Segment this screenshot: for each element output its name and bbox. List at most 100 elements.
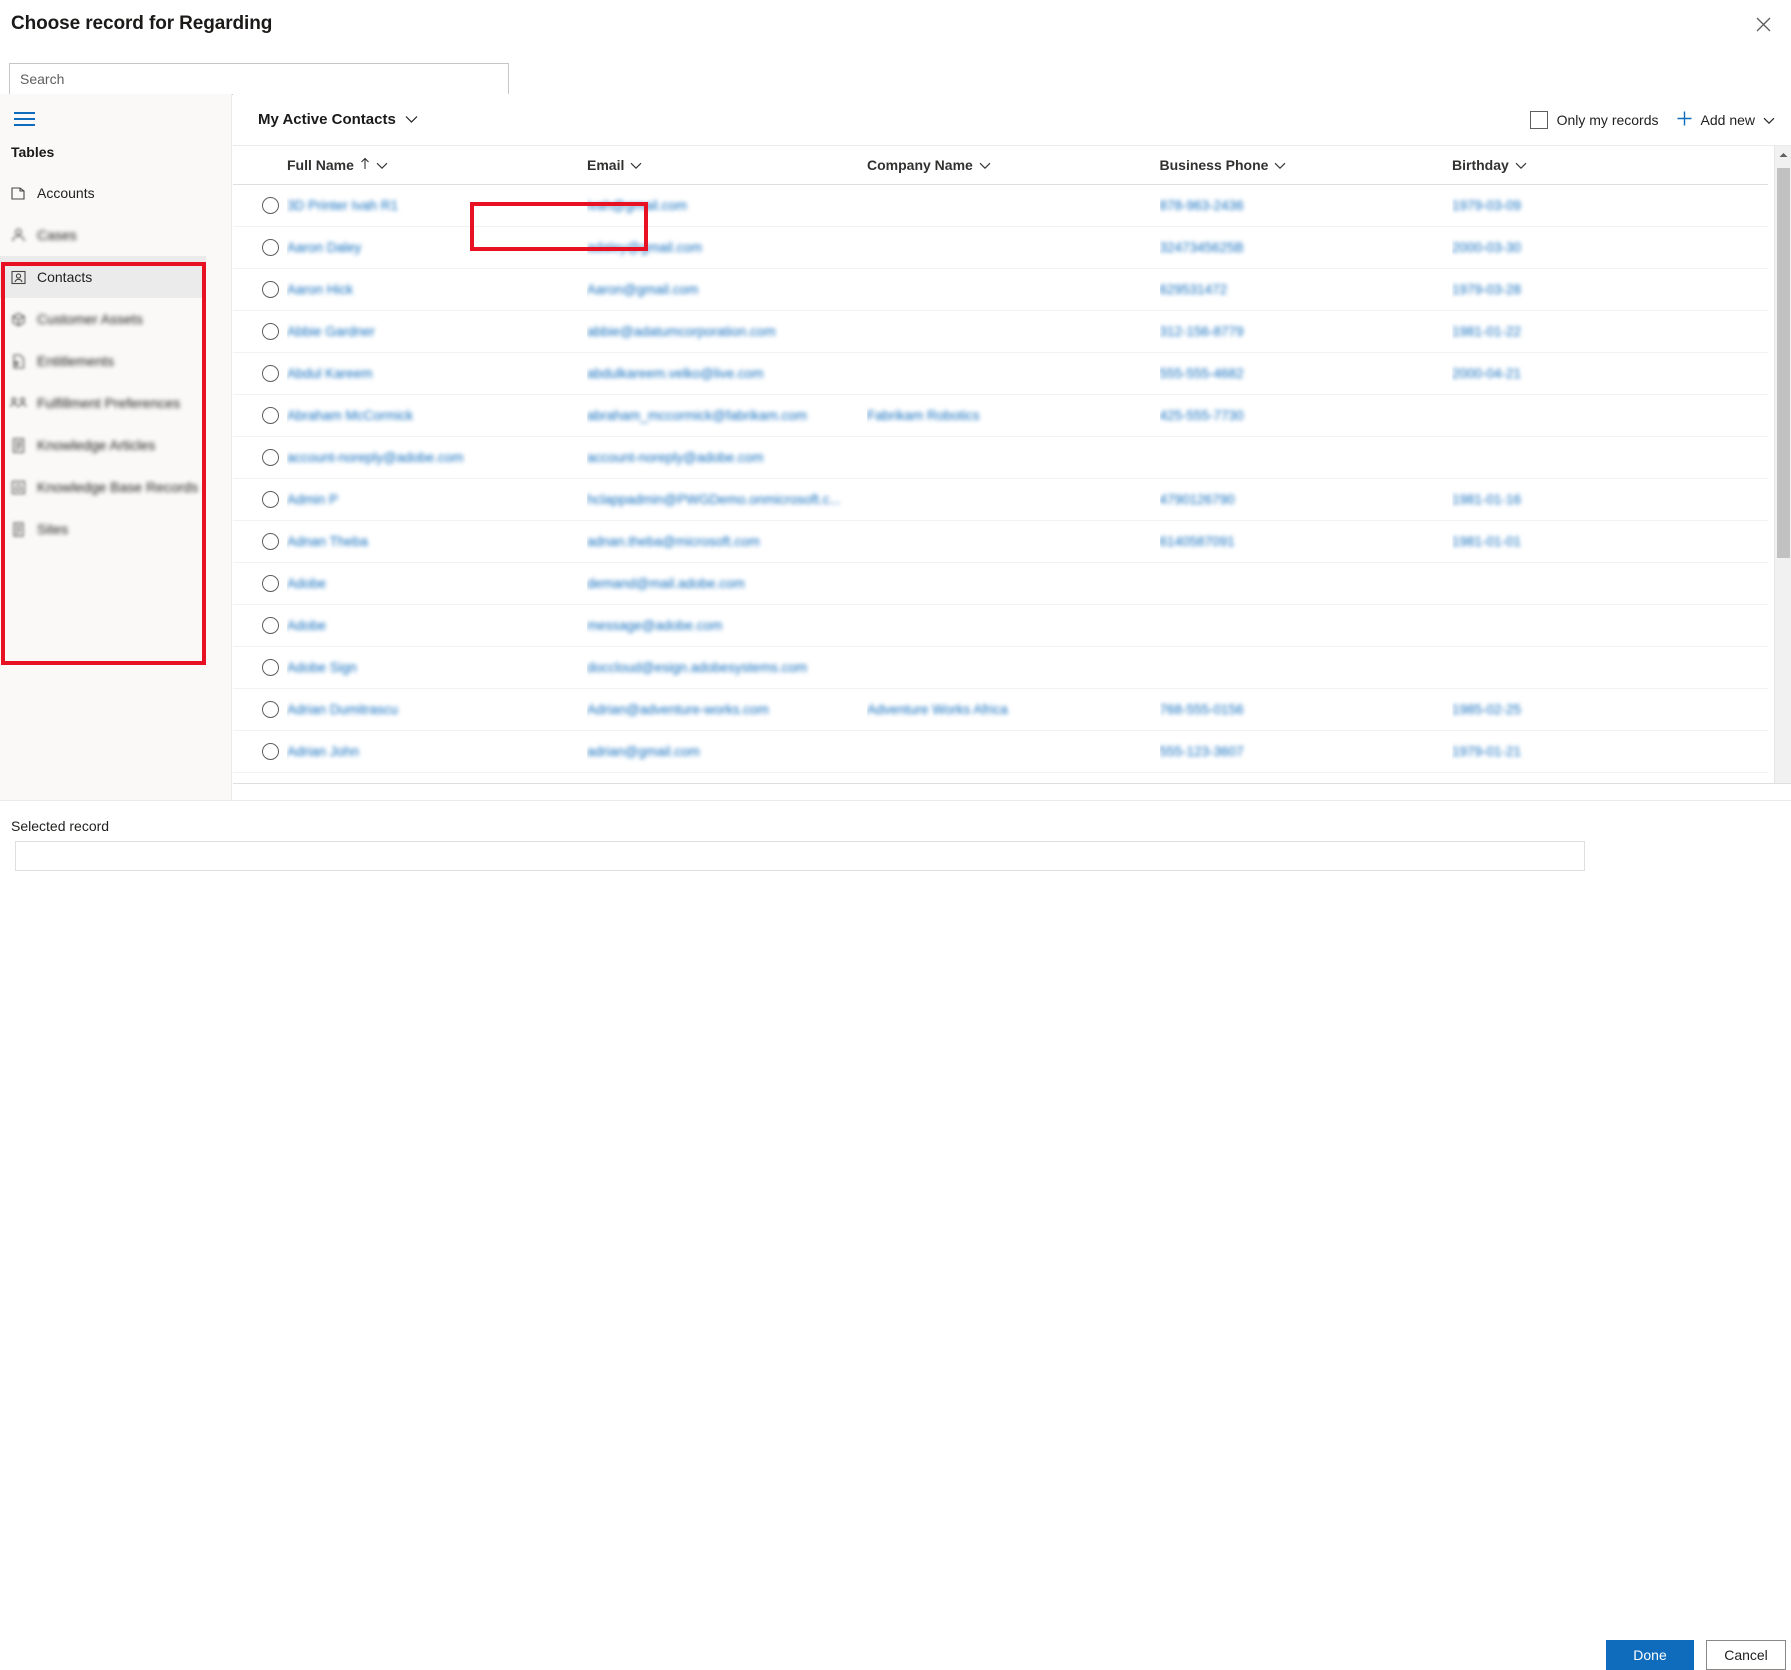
cell-business-phone[interactable]: 555-123-3607 xyxy=(1159,730,1452,773)
table-row[interactable]: account-noreply@adobe.com account-noreply… xyxy=(233,436,1768,479)
row-radio-button[interactable] xyxy=(262,196,279,214)
scroll-up-arrow-icon[interactable] xyxy=(1775,146,1791,163)
row-select-cell[interactable] xyxy=(233,184,287,227)
sidebar-item-cases[interactable]: Cases xyxy=(0,214,206,256)
row-select-cell[interactable] xyxy=(233,478,287,521)
cell-email[interactable]: Adrian@adventure-works.com xyxy=(587,688,867,731)
cell-email[interactable]: abbie@adatumcorporation.com xyxy=(587,310,867,353)
cell-business-phone[interactable] xyxy=(1159,436,1452,479)
row-select-cell[interactable] xyxy=(233,562,287,605)
row-radio-button[interactable] xyxy=(262,280,279,298)
sidebar-item-knowledge-articles[interactable]: Knowledge Articles xyxy=(0,424,206,466)
cell-full-name[interactable]: Abraham McCormick xyxy=(287,394,587,437)
cell-business-phone[interactable] xyxy=(1159,562,1452,605)
table-row[interactable]: Adrian Dumitrascu Adrian@adventure-works.… xyxy=(233,688,1768,731)
grid-scroll-area[interactable]: Full Name Email Company Name Business Phone… xyxy=(233,146,1791,800)
cancel-button[interactable]: Cancel xyxy=(1706,1640,1786,1670)
row-radio-button[interactable] xyxy=(262,364,279,382)
row-radio-button[interactable] xyxy=(262,490,279,508)
sidebar-item-accounts[interactable]: Accounts xyxy=(0,172,206,214)
cell-email[interactable]: demand@mail.adobe.com xyxy=(587,562,867,605)
vertical-scrollbar-thumb[interactable] xyxy=(1777,168,1790,558)
cell-business-phone[interactable]: 878-963-2436 xyxy=(1159,184,1452,227)
row-select-cell[interactable] xyxy=(233,436,287,479)
hamburger-icon[interactable] xyxy=(10,105,42,133)
cell-email[interactable]: adnan.theba@microsoft.com xyxy=(587,520,867,563)
cell-email[interactable]: account-noreply@adobe.com xyxy=(587,436,867,479)
sidebar-item-sites[interactable]: Sites xyxy=(0,508,206,550)
table-row[interactable]: 3D Printer Ivah R1 ivah@gmail.com 878-963-… xyxy=(233,184,1768,227)
row-select-cell[interactable] xyxy=(233,688,287,731)
row-radio-button[interactable] xyxy=(262,616,279,634)
row-select-cell[interactable] xyxy=(233,646,287,689)
cell-email[interactable]: hclappadmin@PWGDemo.onmicrosoft.c... xyxy=(587,478,867,521)
cell-business-phone[interactable]: 555-555-4682 xyxy=(1159,352,1452,395)
selected-record-input[interactable] xyxy=(15,841,1585,871)
cell-email[interactable]: Aaron@gmail.com xyxy=(587,268,867,311)
table-row[interactable]: Abbie Gardner abbie@adatumcorporation.com… xyxy=(233,310,1768,353)
cell-email[interactable]: ivah@gmail.com xyxy=(587,184,867,227)
cell-full-name[interactable]: Admin P xyxy=(287,478,587,521)
row-radio-button[interactable] xyxy=(262,574,279,592)
row-radio-button[interactable] xyxy=(262,658,279,676)
chevron-down-icon[interactable] xyxy=(630,157,642,173)
cell-business-phone[interactable]: 3247345625B xyxy=(1159,226,1452,269)
cell-business-phone[interactable]: 425-555-7730 xyxy=(1159,394,1452,437)
row-radio-button[interactable] xyxy=(262,532,279,550)
cell-email[interactable]: abdulkareem.velko@live.com xyxy=(587,352,867,395)
cell-business-phone[interactable]: 768-555-0156 xyxy=(1159,688,1452,731)
cell-full-name[interactable]: Aaron Hick xyxy=(287,268,587,311)
cell-business-phone[interactable] xyxy=(1159,646,1452,689)
cell-full-name[interactable]: Abdul Kareem xyxy=(287,352,587,395)
table-row[interactable]: Abdul Kareem abdulkareem.velko@live.com 55… xyxy=(233,352,1768,395)
cell-email[interactable]: doccloud@esign.adobesystems.com xyxy=(587,646,867,689)
cell-full-name[interactable]: Adobe xyxy=(287,604,587,647)
cell-business-phone[interactable]: 312-156-8779 xyxy=(1159,310,1452,353)
row-radio-button[interactable] xyxy=(262,406,279,424)
row-select-cell[interactable] xyxy=(233,394,287,437)
cell-full-name[interactable]: account-noreply@adobe.com xyxy=(287,436,587,479)
table-row[interactable]: Adrian John adrian@gmail.com 555-123-3607 1… xyxy=(233,730,1768,773)
cell-full-name[interactable]: Aaron Daley xyxy=(287,226,587,269)
column-header-business-phone[interactable]: Business Phone xyxy=(1159,146,1452,185)
chevron-down-icon[interactable] xyxy=(979,157,991,173)
horizontal-scrollbar[interactable] xyxy=(233,783,1791,800)
sidebar-item-fulfillment-preferences[interactable]: Fulfillment Preferences xyxy=(0,382,206,424)
cell-full-name[interactable]: Adrian John xyxy=(287,730,587,773)
cell-email[interactable]: message@adobe.com xyxy=(587,604,867,647)
vertical-scrollbar[interactable] xyxy=(1774,146,1791,800)
table-row[interactable]: Adobe message@adobe.com xyxy=(233,604,1768,647)
close-button[interactable] xyxy=(1745,8,1781,40)
row-radio-button[interactable] xyxy=(262,448,279,466)
cell-email[interactable]: adrian@gmail.com xyxy=(587,730,867,773)
cell-email[interactable]: adaley@gmail.com xyxy=(587,226,867,269)
row-select-cell[interactable] xyxy=(233,226,287,269)
table-row[interactable]: Adnan Theba adnan.theba@microsoft.com 6140… xyxy=(233,520,1768,563)
cell-full-name[interactable]: Adrian Dumitrascu xyxy=(287,688,587,731)
row-select-cell[interactable] xyxy=(233,604,287,647)
cell-email[interactable]: abraham_mccormick@fabrikam.com xyxy=(587,394,867,437)
sidebar-item-customer-assets[interactable]: Customer Assets xyxy=(0,298,206,340)
cell-full-name[interactable]: 3D Printer Ivah R1 xyxy=(287,184,587,227)
chevron-down-icon[interactable] xyxy=(1515,157,1527,173)
chevron-down-icon[interactable] xyxy=(376,157,388,173)
chevron-down-icon[interactable] xyxy=(1274,157,1286,173)
done-button[interactable]: Done xyxy=(1606,1640,1694,1670)
view-selector[interactable]: My Active Contacts xyxy=(250,102,426,136)
row-select-cell[interactable] xyxy=(233,268,287,311)
row-radio-button[interactable] xyxy=(262,238,279,256)
cell-full-name[interactable]: Adobe xyxy=(287,562,587,605)
table-row[interactable]: Admin P hclappadmin@PWGDemo.onmicrosoft.c… xyxy=(233,478,1768,521)
table-row[interactable]: Abraham McCormick abraham_mccormick@fabri… xyxy=(233,394,1768,437)
table-row[interactable]: Adobe Sign doccloud@esign.adobesystems.co… xyxy=(233,646,1768,689)
table-row[interactable]: Aaron Hick Aaron@gmail.com 629531472 1979-0… xyxy=(233,268,1768,311)
row-radio-button[interactable] xyxy=(262,700,279,718)
sidebar-item-knowledge-base-records[interactable]: Knowledge Base Records xyxy=(0,466,206,508)
cell-business-phone[interactable] xyxy=(1159,604,1452,647)
cell-business-phone[interactable]: 629531472 xyxy=(1159,268,1452,311)
column-header-birthday[interactable]: Birthday xyxy=(1452,146,1768,185)
column-header-email[interactable]: Email xyxy=(587,146,867,185)
search-input[interactable] xyxy=(9,63,509,95)
row-select-cell[interactable] xyxy=(233,352,287,395)
cell-full-name[interactable]: Abbie Gardner xyxy=(287,310,587,353)
